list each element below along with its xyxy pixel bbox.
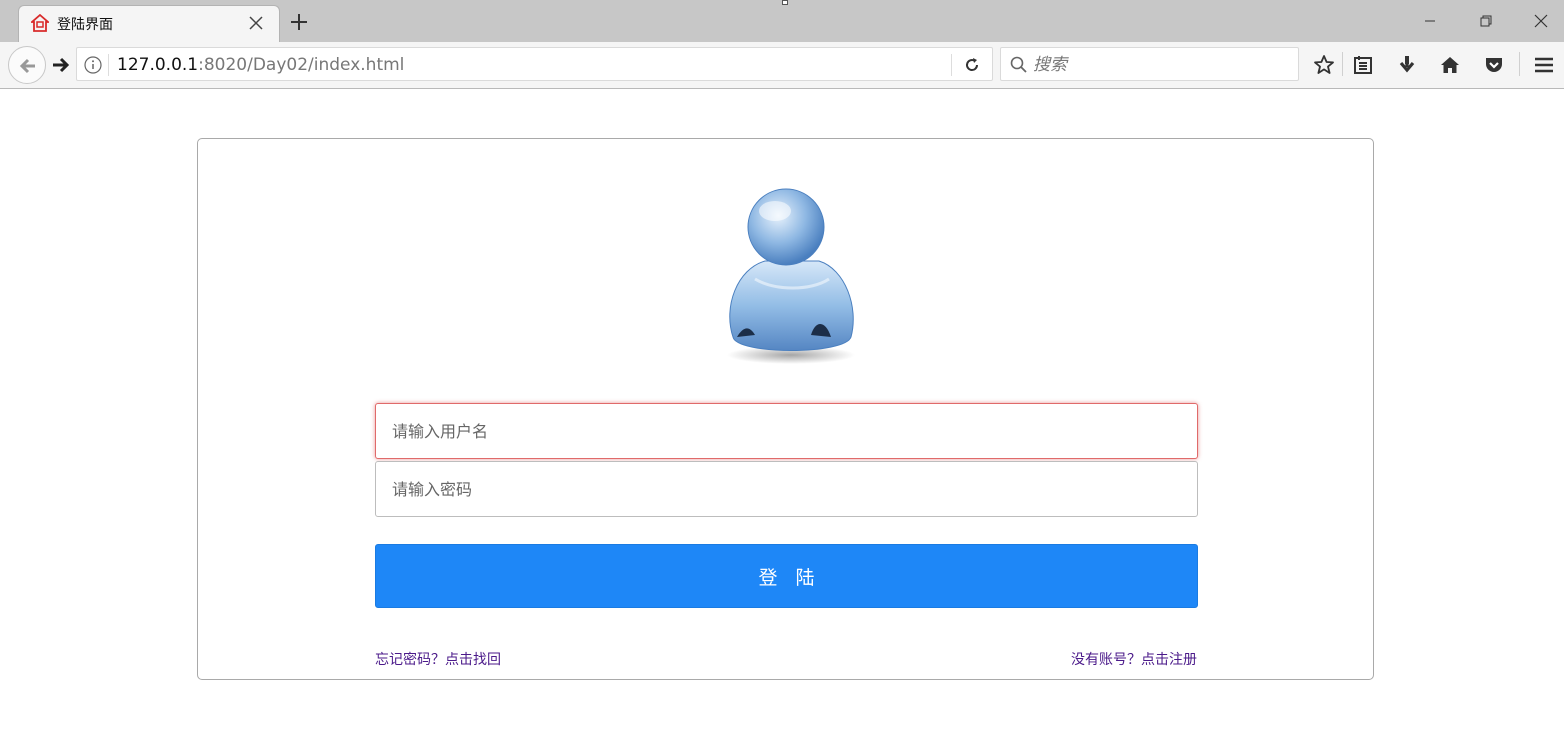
search-input[interactable] — [1033, 52, 1291, 78]
toolbar-separator — [1519, 52, 1520, 76]
address-bar[interactable]: 127.0.0.1:8020/Day02/index.html — [76, 47, 993, 81]
navigation-toolbar: 127.0.0.1:8020/Day02/index.html — [0, 42, 1564, 89]
username-input[interactable] — [375, 403, 1198, 459]
user-avatar-icon — [727, 188, 855, 364]
home-icon[interactable] — [1438, 53, 1462, 77]
tab-active[interactable]: 登陆界面 — [18, 5, 280, 42]
login-button[interactable]: 登陆 — [375, 544, 1198, 608]
reload-separator — [951, 54, 952, 76]
menu-hamburger-icon[interactable] — [1532, 53, 1556, 77]
back-button[interactable] — [8, 46, 46, 84]
tab-title: 登陆界面 — [57, 17, 113, 33]
forgot-password-link[interactable]: 忘记密码？点击找回 — [375, 649, 501, 669]
toolbar-separator — [1342, 52, 1343, 76]
minimize-icon[interactable] — [1421, 12, 1439, 30]
search-icon — [1010, 56, 1027, 73]
search-bar[interactable] — [1000, 47, 1299, 81]
url-host: 127.0.0.1 — [117, 55, 199, 75]
reload-icon[interactable] — [962, 55, 982, 75]
password-input[interactable] — [375, 461, 1198, 517]
forward-arrow-icon[interactable] — [50, 54, 72, 76]
download-icon[interactable] — [1395, 53, 1419, 77]
url-separator — [108, 54, 109, 76]
back-arrow-icon — [19, 58, 35, 74]
restore-icon[interactable] — [1477, 12, 1495, 30]
close-tab-icon[interactable] — [247, 14, 265, 32]
reading-list-icon[interactable] — [1351, 53, 1375, 77]
pocket-icon[interactable] — [1482, 53, 1506, 77]
login-card: 登陆 忘记密码？点击找回 没有账号？点击注册 — [197, 138, 1374, 680]
url-path: :8020/Day02/index.html — [198, 55, 405, 75]
url-text[interactable]: 127.0.0.1:8020/Day02/index.html — [117, 55, 404, 75]
register-link[interactable]: 没有账号？点击注册 — [1071, 649, 1197, 669]
new-tab-icon[interactable] — [289, 12, 309, 32]
drag-marker — [782, 0, 788, 5]
close-window-icon[interactable] — [1532, 12, 1550, 30]
tab-bar: 登陆界面 — [0, 0, 1564, 42]
bookmark-star-icon[interactable] — [1312, 53, 1336, 77]
info-icon[interactable] — [83, 55, 103, 75]
home-favicon-icon — [31, 14, 49, 32]
